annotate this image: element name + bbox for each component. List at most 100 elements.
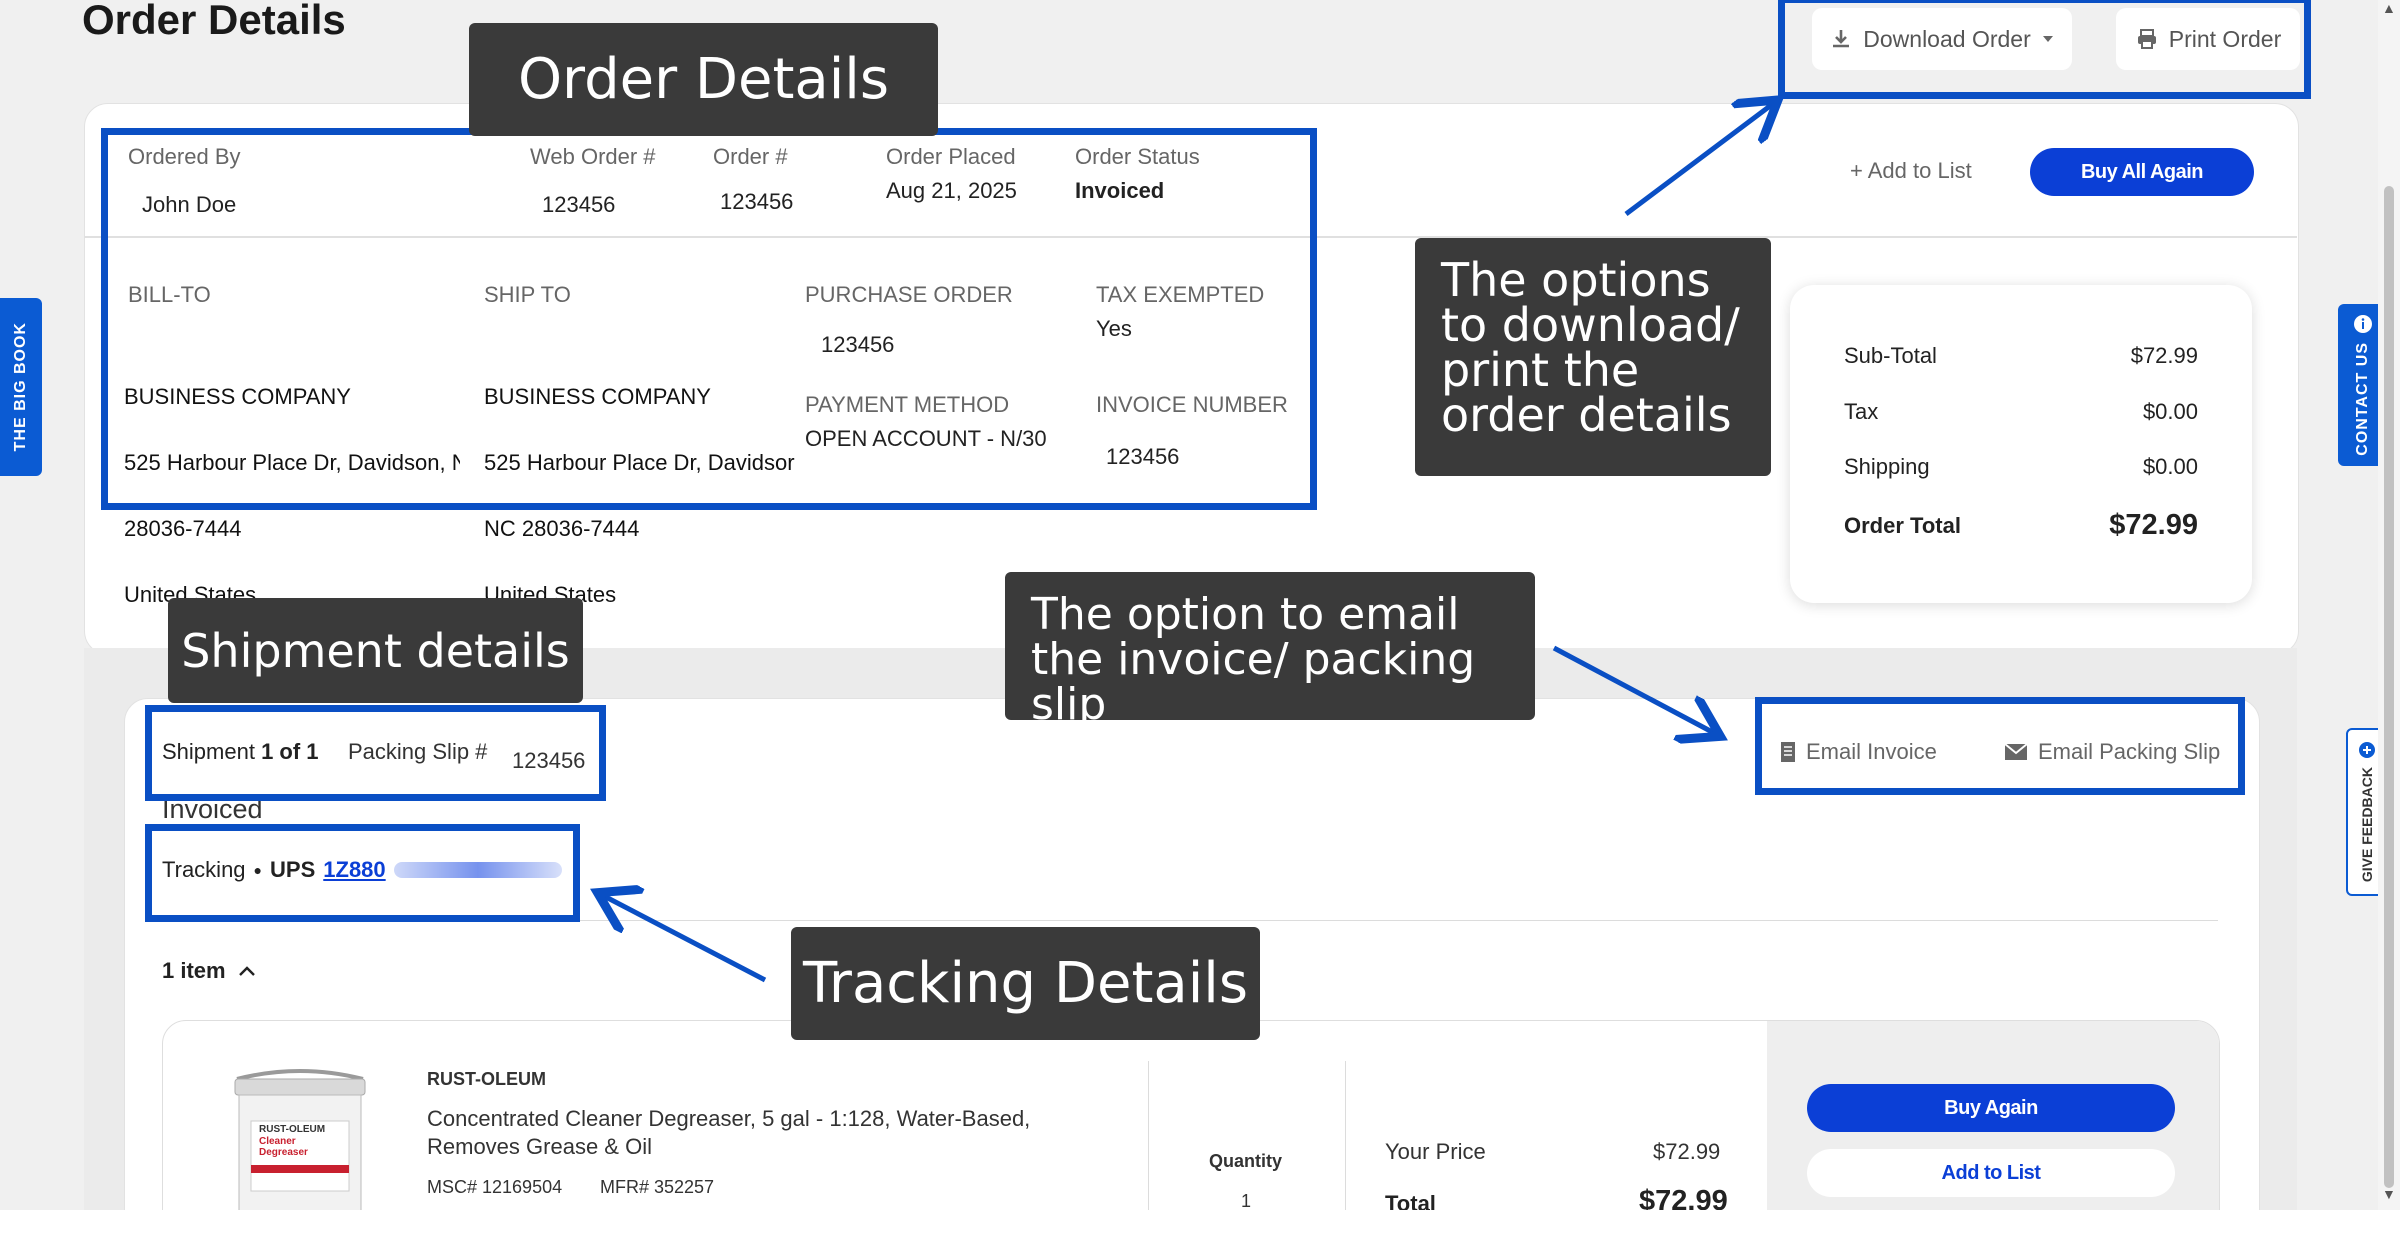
product-image[interactable]: RUST-OLEUM Cleaner Degreaser	[225, 1061, 375, 1210]
bill-to-line: BUSINESS COMPANY	[124, 384, 351, 409]
shipment-count: Shipment 1 of 1	[162, 739, 319, 765]
shipping-value: $0.00	[2142, 454, 2198, 479]
tax-exempted-label: TAX EXEMPTED	[1096, 282, 1265, 307]
email-packing-slip-button[interactable]: Email Packing Slip	[2004, 739, 2220, 765]
print-order-label: Print Order	[2168, 25, 2282, 52]
payment-method-value: OPEN ACCOUNT - N/30	[805, 426, 1047, 451]
item-total-value: $72.99	[1639, 1185, 1728, 1210]
tax-exempted-value: Yes	[1096, 316, 1132, 341]
scroll-up-arrow[interactable]: ▲	[2382, 0, 2396, 16]
bullet: ●	[253, 862, 263, 878]
tracking-redaction	[393, 862, 562, 878]
item-msc: MSC# 12169504	[427, 1177, 563, 1197]
quantity-value: 1	[1241, 1191, 1252, 1210]
pail-graphic	[234, 1069, 366, 1210]
purchase-order-value: 123456	[821, 332, 895, 357]
bill-to-label: BILL-TO	[128, 282, 211, 307]
big-book-label: THE BIG BOOK	[12, 322, 29, 452]
order-number-label: Order #	[713, 144, 788, 169]
your-price-label: Your Price	[1385, 1139, 1486, 1164]
tax-row: Tax $0.00	[1844, 399, 2198, 425]
chevron-up-icon	[238, 966, 255, 976]
bill-to-line: 28036-7444	[124, 516, 242, 541]
item-title-line: Removes Grease & Oil	[427, 1134, 652, 1159]
give-feedback-label: GIVE FEEDBACK	[2359, 767, 2375, 883]
subtotal-row: Sub-Total $72.99	[1844, 343, 2198, 369]
order-total-value: $72.99	[2109, 509, 2198, 541]
item-add-to-list-button[interactable]: Add to List	[1807, 1149, 2175, 1197]
ship-to-line: BUSINESS COMPANY	[484, 384, 711, 409]
invoice-number-label: INVOICE NUMBER	[1096, 392, 1288, 417]
page-title: Order Details	[82, 0, 346, 43]
web-order-label: Web Order #	[530, 144, 656, 169]
add-to-list-link[interactable]: + Add to List	[1850, 158, 1972, 184]
download-order-label: Download Order	[1863, 25, 2031, 52]
contact-us-label: CONTACT US	[2354, 342, 2371, 456]
download-icon	[1833, 30, 1850, 48]
items-count: 1 item	[162, 958, 226, 983]
tracking-number-link[interactable]: 1Z880	[323, 857, 385, 883]
invoice-number-value: 123456	[1106, 444, 1180, 469]
order-summary-card: Sub-Total $72.99 Tax $0.00 Shipping $0.0…	[1790, 285, 2252, 603]
shipping-label: Shipping	[1844, 454, 1930, 479]
carrier-name: UPS	[270, 857, 316, 882]
tracking-row: Tracking ● UPS 1Z880	[162, 857, 562, 883]
email-invoice-label: Email Invoice	[1806, 739, 1937, 764]
item-divider	[1148, 1061, 1149, 1210]
order-placed-value: Aug 21, 2025	[886, 178, 1017, 203]
order-status-label: Order Status	[1075, 144, 1200, 169]
item-divider	[1345, 1061, 1346, 1210]
shipping-row: Shipping $0.00	[1844, 454, 2198, 480]
big-book-tab[interactable]: THE BIG BOOK	[0, 298, 42, 476]
order-total-row: Order Total $72.99	[1844, 509, 2198, 542]
shipment-count-value: 1 of 1	[261, 739, 319, 764]
caret-down-icon	[2042, 36, 2053, 42]
packing-slip-value: 123456	[512, 748, 586, 773]
ordered-by-value: John Doe	[142, 192, 237, 217]
callout-order-details: Order Details	[469, 23, 938, 136]
item-total-label: Total	[1385, 1191, 1436, 1210]
items-toggle[interactable]: 1 item	[162, 958, 256, 984]
bill-to-line: 525 Harbour Place Dr, Davidson, N	[124, 450, 460, 475]
print-order-button[interactable]: Print Order	[2116, 8, 2300, 70]
item-mfr: MFR# 352257	[600, 1177, 715, 1197]
callout-shipment-details: Shipment details	[168, 598, 583, 703]
tax-value: $0.00	[2142, 399, 2198, 424]
callout-email-option: The option to email the invoice/ packing…	[1005, 572, 1535, 727]
tracking-label: Tracking	[162, 857, 246, 882]
order-total-label: Order Total	[1844, 512, 1961, 538]
card-divider	[84, 236, 2297, 238]
callout-tracking-details: Tracking Details	[791, 927, 1260, 1040]
email-invoice-button[interactable]: Email Invoice	[1780, 739, 1937, 765]
order-status-value: Invoiced	[1075, 178, 1165, 203]
callout-download-print: The options to download/ print the order…	[1415, 238, 1771, 476]
shipment-divider	[162, 920, 2218, 921]
packing-slip-label: Packing Slip #	[348, 739, 488, 764]
ship-to-line: 525 Harbour Place Dr, Davidsor	[484, 450, 795, 475]
buy-again-button[interactable]: Buy Again	[1807, 1084, 2175, 1132]
printer-icon	[2137, 29, 2156, 49]
your-price-value: $72.99	[1653, 1139, 1721, 1164]
quantity-label: Quantity	[1209, 1151, 1283, 1171]
purchase-order-label: PURCHASE ORDER	[805, 282, 1013, 307]
order-number-value: 123456	[720, 189, 794, 214]
subtotal-value: $72.99	[2130, 343, 2198, 368]
payment-method-label: PAYMENT METHOD	[805, 392, 1010, 417]
buy-all-again-button[interactable]: Buy All Again	[2030, 148, 2254, 196]
shipment-prefix: Shipment	[162, 739, 255, 764]
download-order-button[interactable]: Download Order	[1812, 8, 2072, 70]
item-title[interactable]: Concentrated Cleaner Degreaser, 5 gal - …	[427, 1105, 1030, 1161]
scrollbar-thumb[interactable]	[2384, 186, 2394, 1188]
invoice-icon	[1781, 742, 1795, 762]
item-card: RUST-OLEUM Cleaner Degreaser RUST-OLEUM …	[162, 1020, 2220, 1210]
pail-brand: RUST-OLEUM	[259, 1124, 326, 1135]
scroll-down-arrow[interactable]: ▼	[2382, 1186, 2396, 1202]
order-placed-label: Order Placed	[886, 144, 1016, 169]
info-icon	[2354, 315, 2372, 334]
ship-to-line: NC 28036-7444	[484, 516, 640, 541]
ordered-by-label: Ordered By	[128, 144, 241, 169]
email-packing-slip-label: Email Packing Slip	[2038, 739, 2221, 764]
subtotal-label: Sub-Total	[1844, 343, 1937, 368]
pail-line-1: Cleaner	[259, 1136, 296, 1147]
pail-line-2: Degreaser	[259, 1147, 308, 1158]
